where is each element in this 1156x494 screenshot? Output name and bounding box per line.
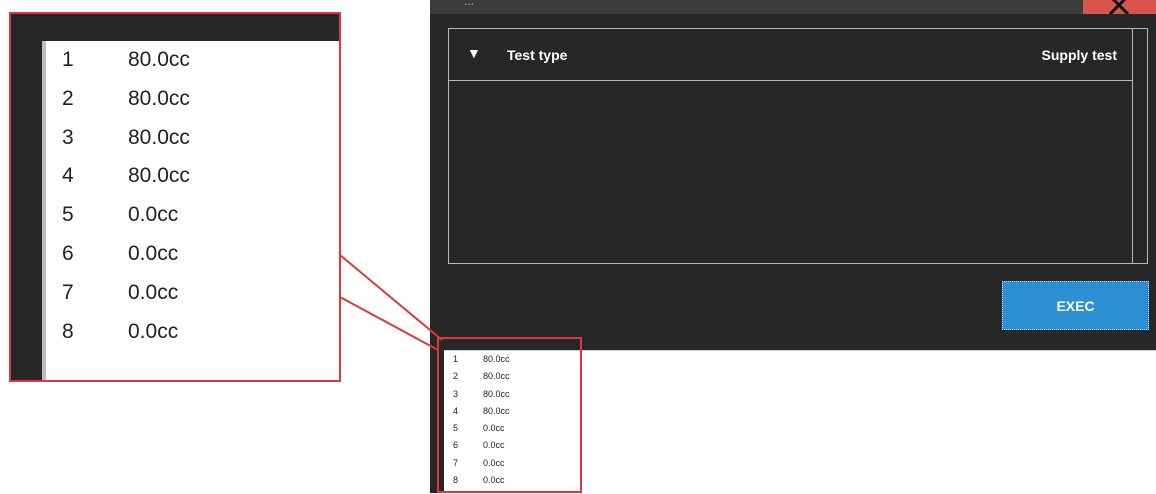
log-index: 7	[62, 280, 74, 304]
log-value: 0.0cc	[128, 280, 179, 304]
zoom-callout: 1 80.0cc 2 80.0cc 3 80.0cc 4 80.0cc 5 0.0cc 6…	[9, 12, 341, 382]
zoomed-log-row: 5 0.0cc	[46, 196, 339, 235]
log-value: 0.0cc	[128, 319, 179, 343]
zoomed-log-row: 8 0.0cc	[46, 313, 339, 352]
log-value: 80.0cc	[128, 125, 190, 149]
log-index: 8	[62, 319, 74, 343]
log-index: 1	[62, 48, 74, 71]
log-value: 80.0cc	[128, 48, 190, 71]
log-index: 5	[62, 203, 74, 227]
zoomed-log-row: 2 80.0cc	[46, 80, 339, 119]
log-value: 80.0cc	[128, 164, 190, 188]
log-index: 3	[62, 125, 74, 149]
zoomed-log-row: 6 0.0cc	[46, 235, 339, 274]
zoomed-log-row: 7 0.0cc	[46, 274, 339, 313]
log-value: 0.0cc	[128, 241, 179, 265]
zoomed-log-row: 4 80.0cc	[46, 157, 339, 196]
log-value: 80.0cc	[128, 86, 190, 110]
log-value: 0.0cc	[128, 203, 179, 227]
log-index: 2	[62, 86, 74, 110]
zoomed-log-row: 1 80.0cc	[46, 41, 339, 80]
zoomed-log-row: 3 80.0cc	[46, 119, 339, 158]
log-index: 6	[62, 241, 74, 265]
zoomed-log-list: 1 80.0cc 2 80.0cc 3 80.0cc 4 80.0cc 5 0.0cc 6…	[42, 41, 339, 380]
log-index: 4	[62, 164, 74, 188]
